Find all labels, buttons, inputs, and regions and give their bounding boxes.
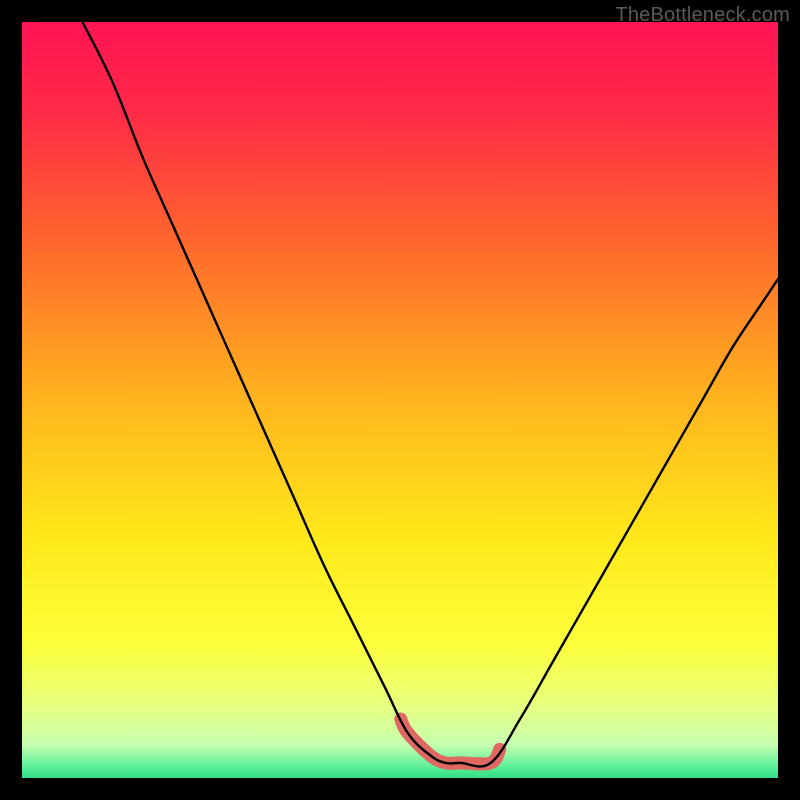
attribution-text: TheBottleneck.com xyxy=(615,4,790,27)
gradient-background xyxy=(22,22,778,778)
chart-frame xyxy=(22,22,778,778)
bottleneck-chart xyxy=(22,22,778,778)
